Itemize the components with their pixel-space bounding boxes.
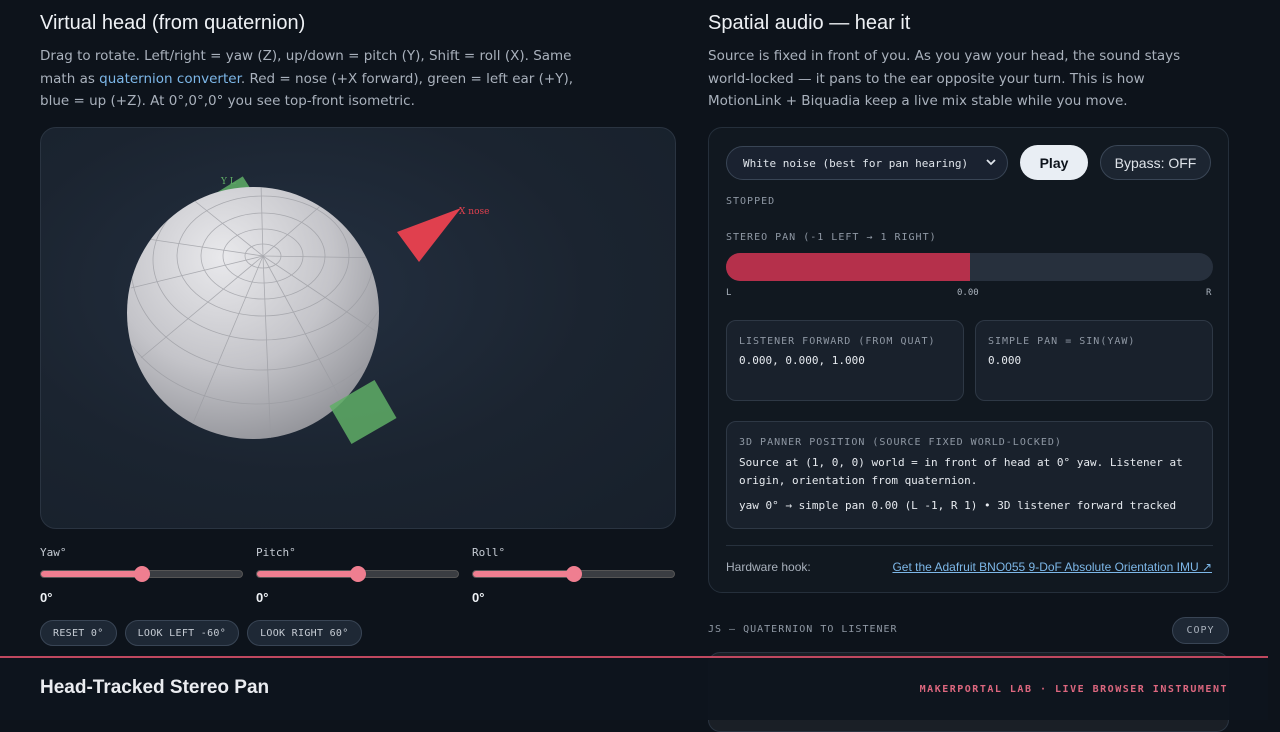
yaw-slider[interactable] [40,566,243,582]
roll-slider-thumb[interactable] [565,566,582,582]
panner-status-text: yaw 0° → simple pan 0.00 (L -1, R 1) • 3… [739,499,1177,512]
stereo-pan-meter [726,253,1213,281]
chevron-down-icon [985,156,997,171]
head-description: Drag to rotate. Left/right = yaw (Z), up… [40,45,580,113]
playback-status: STOPPED [726,196,776,207]
rotation-sliders: Yaw° 0° Pitch° 0° Roll° 0° [40,546,676,606]
look-right-button[interactable]: LOOK RIGHT 60° [247,620,362,646]
panner-position-card: 3D PANNER POSITION (SOURCE FIXED WORLD-L… [726,421,1213,529]
simple-pan-card: SIMPLE PAN = SIN(YAW) 0.000 [975,320,1213,401]
play-button[interactable]: Play [1020,145,1088,180]
yaw-slider-thumb[interactable] [133,566,150,582]
reset-button[interactable]: RESET 0° [40,620,117,646]
roll-slider[interactable] [472,566,675,582]
copy-button[interactable]: COPY [1172,617,1229,644]
source-select-value: White noise (best for pan hearing) [743,156,969,170]
roll-label: Roll° [472,546,506,559]
pitch-slider-thumb[interactable] [349,566,366,582]
stereo-pan-label: STEREO PAN (-1 LEFT → 1 RIGHT) [726,232,937,243]
js-code-label: JS — QUATERNION TO LISTENER [708,624,898,635]
listener-forward-value: 0.000, 0.000, 1.000 [739,354,865,367]
bypass-toggle[interactable]: Bypass: OFF [1100,145,1211,180]
yaw-label: Yaw° [40,546,67,559]
pan-right-label: R [1206,288,1212,298]
yaw-slider-group: Yaw° 0° [40,546,243,605]
panner-position-title: 3D PANNER POSITION (SOURCE FIXED WORLD-L… [739,437,1062,448]
listener-forward-title: LISTENER FORWARD (FROM QUAT) [739,336,936,347]
hardware-hook-label: Hardware hook: [726,560,811,574]
footer-tagline: MAKERPORTAL LAB · LIVE BROWSER INSTRUMEN… [919,684,1228,695]
preset-buttons: RESET 0° LOOK LEFT -60° LOOK RIGHT 60° [40,620,362,646]
stereo-pan-fill [726,253,970,281]
ear-axis-label: Y L [220,177,236,187]
audio-panel: White noise (best for pan hearing) Play … [708,127,1229,593]
roll-slider-group: Roll° 0° [472,546,675,605]
listener-forward-card: LISTENER FORWARD (FROM QUAT) 0.000, 0.00… [726,320,964,401]
imu-product-link[interactable]: Get the Adafruit BNO055 9-DoF Absolute O… [892,560,1212,574]
simple-pan-title: SIMPLE PAN = SIN(YAW) [988,336,1136,347]
quaternion-converter-link[interactable]: quaternion converter [99,71,241,87]
divider [726,545,1213,546]
head-3d-scene[interactable]: X nose Y L [41,128,676,529]
panner-position-text: Source at (1, 0, 0) world = in front of … [739,456,1183,487]
roll-value: 0° [472,590,485,605]
head-3d-viewer[interactable]: X nose Y L [40,127,676,529]
head-title: Virtual head (from quaternion) [40,12,306,34]
simple-pan-value: 0.000 [988,354,1022,367]
pitch-slider[interactable] [256,566,459,582]
audio-title: Spatial audio — hear it [708,12,911,34]
pan-left-label: L [726,288,732,298]
pitch-slider-group: Pitch° 0° [256,546,459,605]
footer-bar: Head-Tracked Stereo Pan MAKERPORTAL LAB … [0,656,1268,720]
pan-value-label: 0.00 [957,288,979,298]
nose-axis-label: X nose [459,207,489,217]
pitch-value: 0° [256,590,269,605]
look-left-button[interactable]: LOOK LEFT -60° [124,620,240,646]
footer-title: Head-Tracked Stereo Pan [40,677,270,698]
yaw-value: 0° [40,590,53,605]
audio-description: Source is fixed in front of you. As you … [708,48,1181,109]
pitch-label: Pitch° [256,546,296,559]
nose-marker [397,208,461,262]
source-select[interactable]: White noise (best for pan hearing) [726,146,1008,180]
